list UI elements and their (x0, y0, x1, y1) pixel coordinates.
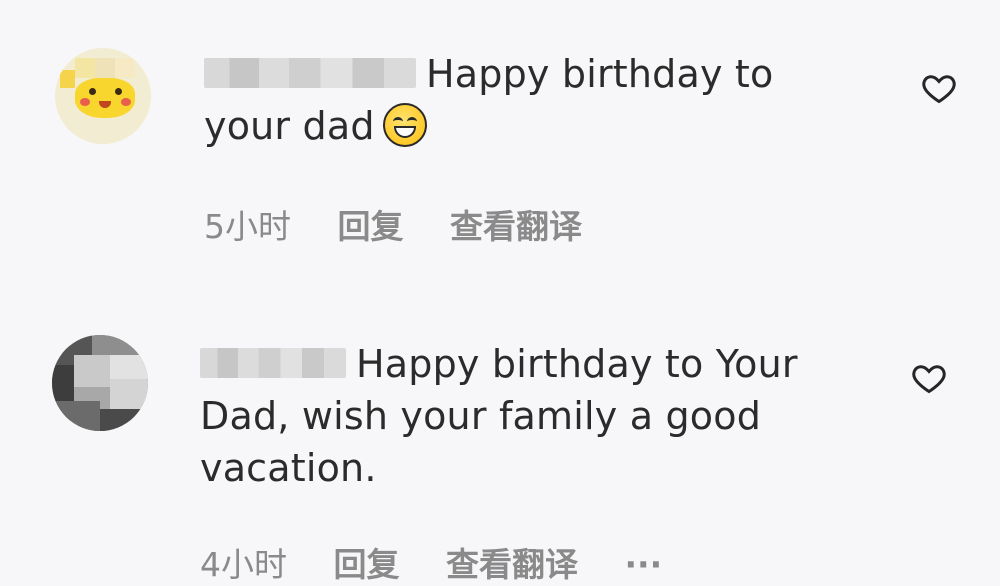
comment-text: Happy birthday to Your Dad, wish your fa… (200, 338, 920, 494)
avatar-pixel (110, 355, 148, 379)
avatar-pixel (52, 401, 100, 431)
more-options-button[interactable]: ··· (625, 545, 663, 584)
avatar-pixel (92, 335, 148, 355)
comment-text-line: Dad, wish your family a good (200, 394, 762, 438)
avatar-pixel (74, 355, 110, 387)
reply-button[interactable]: 回复 (334, 538, 400, 586)
avatar-pixel (110, 379, 148, 409)
avatar[interactable] (52, 335, 148, 431)
comment-item: Happy birthday to Your Dad, wish your fa… (0, 0, 1000, 584)
comment-time: 4小时 (200, 545, 287, 584)
username-blurred[interactable] (200, 347, 346, 378)
avatar-pixel (52, 365, 74, 401)
like-heart-icon[interactable] (910, 360, 948, 396)
comment-text-line: Happy birthday to Your (356, 342, 798, 386)
translate-button[interactable]: 查看翻译 (446, 538, 578, 586)
avatar-pixel (100, 409, 148, 431)
comment-text-line: vacation. (200, 446, 377, 490)
comment-meta: 4小时 回复 查看翻译 ··· (200, 538, 698, 586)
